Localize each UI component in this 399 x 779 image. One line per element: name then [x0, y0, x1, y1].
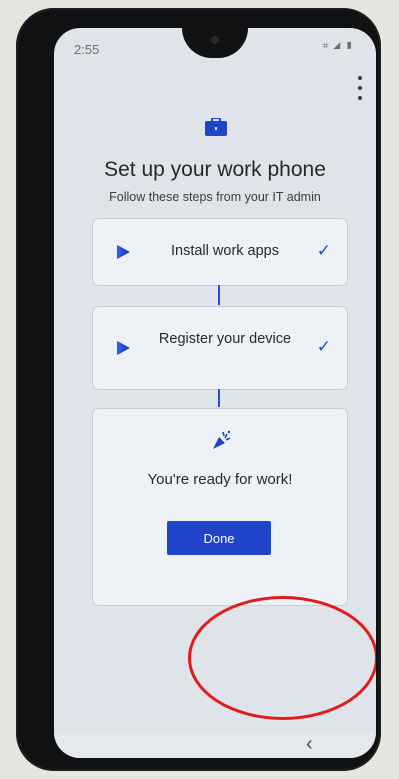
page-title: Set up your work phone: [104, 158, 326, 181]
ready-card: You're ready for work! Done: [92, 408, 348, 606]
screen: 2:55 ⌗ ◢ ▮ Set up your work phone Follow…: [54, 28, 376, 758]
checkmark-icon: ✓: [316, 337, 331, 356]
play-store-icon: [117, 341, 130, 355]
briefcase-icon: [205, 118, 227, 136]
navigation-bar: ‹: [54, 733, 376, 758]
back-icon[interactable]: ‹: [306, 733, 313, 756]
status-icons: ⌗ ◢ ▮: [322, 41, 354, 52]
party-popper-icon: [213, 430, 231, 449]
page-subtitle: Follow these steps from your IT admin: [109, 190, 321, 204]
checkmark-icon: ✓: [316, 241, 331, 260]
phone-frame: 2:55 ⌗ ◢ ▮ Set up your work phone Follow…: [16, 8, 381, 771]
more-vert-icon[interactable]: [354, 76, 366, 100]
play-store-icon: [117, 245, 130, 259]
step-label: Register your device: [158, 331, 292, 347]
status-time: 2:55: [74, 42, 100, 57]
step-connector: [218, 285, 220, 305]
step-connector: [218, 389, 220, 407]
step-card-register-device: Register your device ✓: [92, 306, 348, 390]
step-label: Install work apps: [171, 243, 279, 259]
ready-message: You're ready for work!: [147, 471, 293, 488]
annotation-circle: [188, 596, 376, 720]
step-card-install-apps: Install work apps ✓: [92, 218, 348, 286]
camera: [211, 36, 219, 44]
done-button[interactable]: Done: [167, 521, 271, 555]
